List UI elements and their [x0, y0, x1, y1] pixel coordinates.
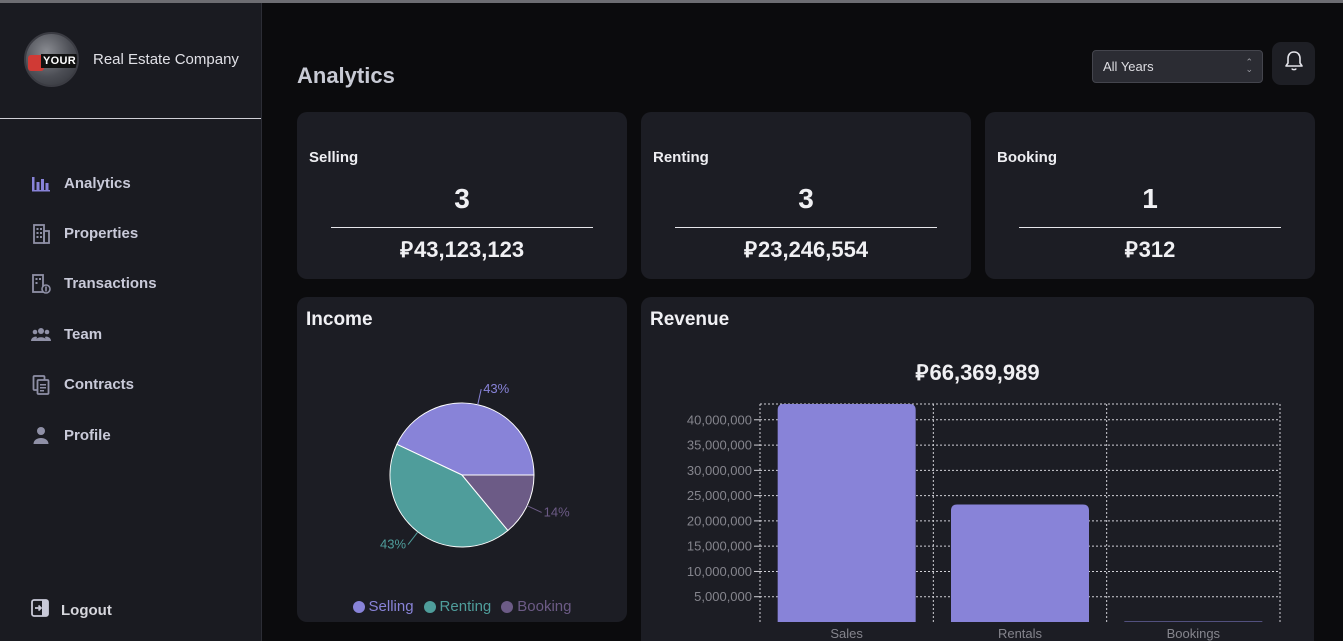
y-tick-label: 20,000,000: [687, 513, 752, 528]
stat-amount: ⃁23,246,554: [641, 236, 971, 264]
legend-item-booking[interactable]: Booking: [501, 598, 571, 615]
user-icon: [31, 425, 51, 445]
legend-dot: [423, 600, 436, 613]
revenue-card: 40,000,000 35,000,000 30,000,000 25,000,000…: [641, 297, 1314, 641]
bell-icon: [1284, 50, 1304, 77]
company-name: Real Estate Company: [93, 51, 239, 68]
sidebar-item-label: Transactions: [64, 275, 157, 293]
notifications-button[interactable]: [1272, 42, 1315, 85]
bar-sales[interactable]: [777, 404, 916, 622]
revenue-total: ⃁66,369,989: [641, 359, 1314, 387]
y-tick-label: 5,000,000: [694, 589, 752, 604]
sidebar-item-label: Team: [64, 325, 103, 343]
revenue-bar-chart: 40,000,000 35,000,000 30,000,000 25,000,000…: [687, 403, 1281, 641]
logout-icon: [31, 599, 49, 622]
bar-chart-icon: [31, 173, 51, 193]
pie-label-leader: [407, 531, 419, 545]
stat-card-renting: Renting 3 ⃁23,246,554: [641, 112, 971, 279]
stat-divider: [1019, 227, 1281, 228]
y-tick-label: 40,000,000: [687, 412, 752, 427]
stat-divider: [675, 227, 937, 228]
bar-rentals[interactable]: [951, 504, 1089, 622]
team-icon: [31, 324, 51, 344]
y-tick-label: 35,000,000: [687, 438, 752, 453]
y-tick-label: 25,000,000: [687, 488, 752, 503]
currency-symbol: ⃁: [743, 237, 757, 262]
sidebar-item-analytics[interactable]: Analytics: [31, 158, 157, 208]
stat-title: Booking: [997, 149, 1057, 166]
sidebar-item-label: Properties: [64, 225, 139, 243]
stat-title: Renting: [653, 149, 709, 166]
pie-data-label: 14%: [544, 504, 570, 519]
legend-label: Selling: [368, 598, 414, 615]
legend-dot: [501, 600, 514, 613]
pie-data-label: 43%: [380, 537, 406, 552]
sidebar-item-transactions[interactable]: Transactions: [31, 259, 157, 309]
logout-button[interactable]: Logout: [31, 599, 112, 622]
stat-amount-value: 312: [1138, 237, 1176, 262]
documents-icon: [31, 374, 51, 395]
income-pie-chart: 43% 43% 14%: [380, 381, 570, 552]
currency-symbol: ⃁: [915, 360, 929, 385]
sidebar: YOUR Real Estate Company Analytics Prope…: [0, 3, 262, 641]
sidebar-divider: [0, 118, 261, 119]
stat-count: 3: [454, 183, 470, 214]
building-icon: [31, 223, 51, 244]
year-select-value: All Years: [1103, 59, 1154, 74]
brand[interactable]: YOUR Real Estate Company: [24, 32, 239, 87]
stat-amount-value: 23,246,554: [757, 237, 869, 262]
income-legend: Selling Renting Booking: [297, 598, 627, 615]
revenue-total-value: 66,369,989: [929, 360, 1040, 385]
legend-item-selling[interactable]: Selling: [352, 598, 414, 615]
income-card: 43% 43% 14% Income Selling Renting Booking: [297, 297, 627, 622]
pie-label-leader: [477, 389, 482, 405]
logo-text: YOUR: [41, 54, 77, 68]
stat-amount: ⃁43,123,123: [297, 236, 627, 264]
stat-divider: [331, 227, 593, 228]
sidebar-item-properties[interactable]: Properties: [31, 208, 157, 258]
stat-amount-value: 43,123,123: [413, 237, 525, 262]
sidebar-item-profile[interactable]: Profile: [31, 410, 157, 460]
x-tick-label: Rentals: [998, 626, 1043, 641]
year-select[interactable]: All Years ⌃ ⌄: [1092, 50, 1263, 83]
income-title: Income: [306, 309, 373, 330]
sidebar-nav: Analytics Properties Transactions Team C…: [31, 158, 157, 460]
pie-data-label: 43%: [483, 381, 509, 396]
stat-amount: ⃁312: [985, 236, 1315, 264]
company-logo: YOUR: [24, 32, 79, 87]
page-title: Analytics: [297, 63, 395, 88]
legend-label: Renting: [439, 598, 492, 615]
x-tick-label: Sales: [830, 626, 863, 641]
logout-label: Logout: [61, 602, 112, 619]
y-tick-label: 10,000,000: [687, 564, 752, 579]
legend-dot: [352, 600, 365, 613]
stat-card-booking: Booking 1 ⃁312: [985, 112, 1315, 279]
revenue-title: Revenue: [650, 309, 730, 330]
currency-symbol: ⃁: [399, 237, 413, 262]
building-money-icon: [31, 274, 51, 294]
legend-label: Booking: [517, 598, 572, 615]
sidebar-item-label: Analytics: [64, 174, 131, 192]
currency-symbol: ⃁: [1124, 237, 1138, 262]
sidebar-item-contracts[interactable]: Contracts: [31, 360, 157, 410]
x-tick-label: Bookings: [1167, 626, 1221, 641]
stat-count: 1: [1142, 183, 1158, 214]
y-tick-label: 30,000,000: [687, 463, 752, 478]
y-tick-label: 15,000,000: [687, 539, 752, 554]
stat-title: Selling: [309, 149, 359, 166]
sidebar-item-label: Profile: [64, 426, 111, 444]
sidebar-item-team[interactable]: Team: [31, 309, 157, 359]
select-caret-icon: ⌃ ⌄: [1245, 57, 1253, 74]
stat-count: 3: [798, 183, 814, 214]
bar-bookings[interactable]: [1124, 621, 1263, 623]
sidebar-item-label: Contracts: [64, 376, 135, 394]
legend-item-renting[interactable]: Renting: [423, 598, 492, 615]
pie-label-leader: [526, 505, 542, 513]
stat-card-selling: Selling 3 ⃁43,123,123: [297, 112, 627, 279]
